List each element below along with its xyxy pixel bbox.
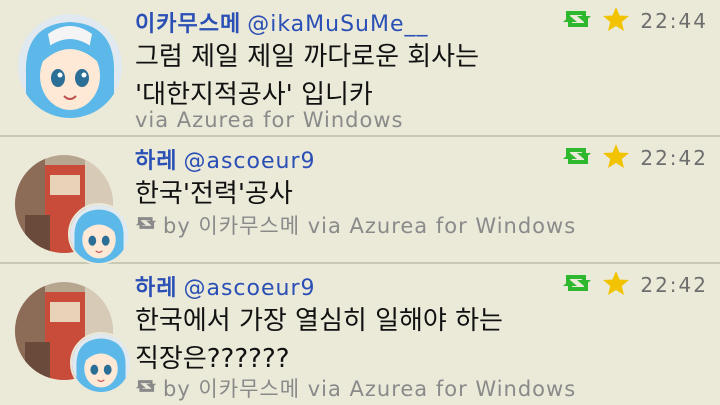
user-name[interactable]: 이카무스메 (135, 12, 241, 37)
star-icon[interactable] (602, 6, 630, 36)
tweet-header: 이카무스메 @ikaMuSuMe__ (135, 6, 429, 37)
retweeter-avatar[interactable] (70, 332, 132, 394)
retweet-icon[interactable] (562, 271, 592, 299)
user-handle[interactable]: @ikaMuSuMe__ (247, 12, 428, 37)
timestamp[interactable]: 22:44 (640, 9, 708, 33)
avatar[interactable] (18, 14, 122, 118)
retweeter-avatar[interactable] (68, 203, 130, 265)
tweet-header: 하레 @ascoeur9 (135, 270, 316, 301)
tweet-item[interactable]: 이카무스메 @ikaMuSuMe__ 22:44 그럼 제일 제일 까다로운 회사… (0, 0, 720, 137)
user-handle[interactable]: @ascoeur9 (183, 276, 315, 301)
timeline: 이카무스메 @ikaMuSuMe__ 22:44 그럼 제일 제일 까다로운 회사… (0, 0, 720, 405)
tweet-item[interactable]: 하레 @ascoeur9 22:42 한국'전력'공사 by 이카무스메 via… (0, 137, 720, 265)
via-client[interactable]: via Azurea for Windows (135, 108, 403, 132)
retweet-small-icon (135, 376, 157, 400)
retweet-info: by 이카무스메 via Azurea for Windows (135, 373, 576, 403)
star-icon[interactable] (602, 143, 630, 173)
tweet-actions: 22:44 (562, 6, 708, 36)
retweet-icon[interactable] (562, 144, 592, 172)
tweet-text: 한국'전력'공사 (135, 175, 585, 213)
timestamp[interactable]: 22:42 (640, 146, 708, 170)
tweet-text-line: 그럼 제일 제일 까다로운 회사는 (135, 42, 480, 72)
user-name[interactable]: 하레 (135, 276, 177, 301)
star-icon[interactable] (602, 270, 630, 300)
timestamp[interactable]: 22:42 (640, 273, 708, 297)
retweet-icon[interactable] (562, 7, 592, 35)
tweet-header: 하레 @ascoeur9 (135, 143, 316, 174)
tweet-actions: 22:42 (562, 143, 708, 173)
user-handle[interactable]: @ascoeur9 (183, 149, 315, 174)
user-name[interactable]: 하레 (135, 149, 177, 174)
retweet-small-icon (135, 213, 157, 237)
retweet-by-text[interactable]: by 이카무스메 via Azurea for Windows (163, 373, 576, 403)
retweet-info: by 이카무스메 via Azurea for Windows (135, 210, 576, 240)
tweet-text-line: 한국'전력'공사 (135, 179, 293, 209)
tweet-text: 한국에서 가장 열심히 일해야 하는 직장은?????? (135, 302, 585, 378)
tweet-text-line: 한국에서 가장 열심히 일해야 하는 (135, 306, 503, 336)
tweet-actions: 22:42 (562, 270, 708, 300)
tweet-text: 그럼 제일 제일 까다로운 회사는 '대한지적공사' 입니카 (135, 38, 585, 114)
retweet-by-text[interactable]: by 이카무스메 via Azurea for Windows (163, 210, 576, 240)
tweet-item[interactable]: 하레 @ascoeur9 22:42 한국에서 가장 열심히 일해야 하는 직장은… (0, 264, 720, 405)
